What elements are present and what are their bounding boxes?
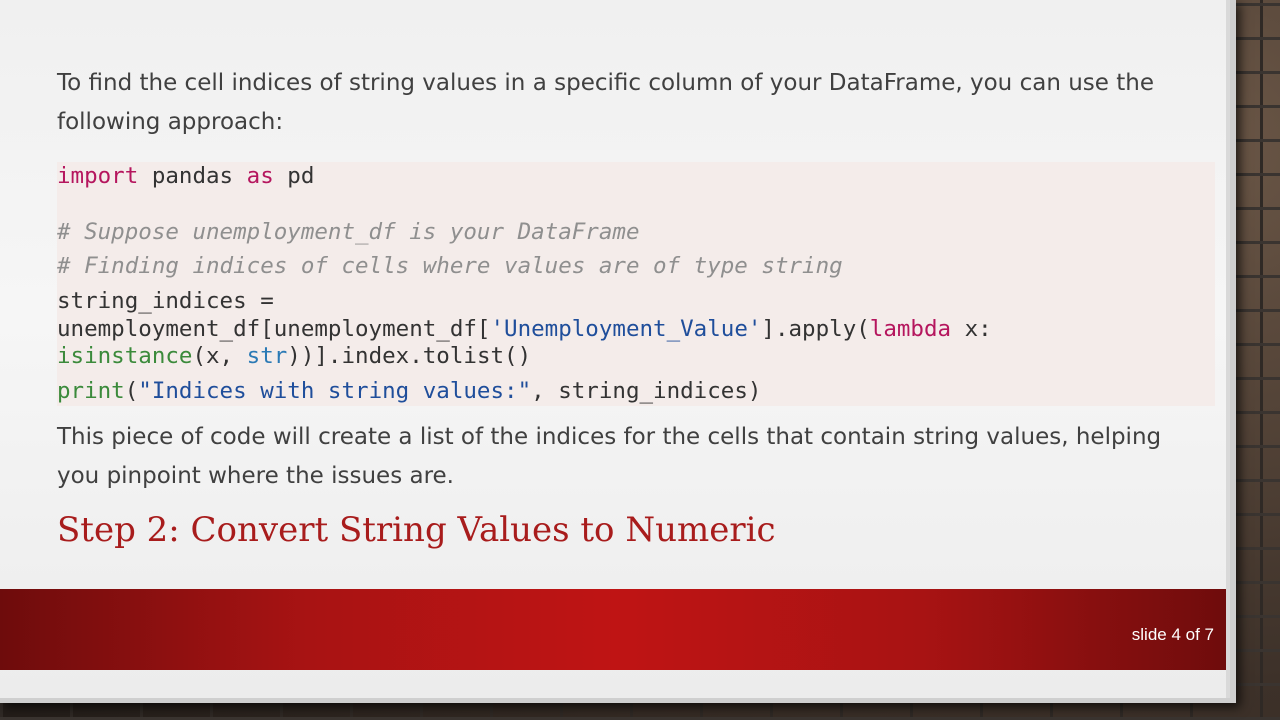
slide-edge	[1226, 0, 1230, 698]
intro-paragraph: To find the cell indices of string value…	[57, 70, 1154, 135]
code-text: , string_indices)	[531, 378, 762, 404]
code-keyword: as	[246, 163, 274, 189]
code-text: (x,	[192, 343, 247, 369]
code-text: (	[124, 378, 139, 404]
code-line-isinstance: isinstance(x, str))].index.tolist()	[57, 343, 531, 370]
footer-bar: slide 4 of 7	[0, 589, 1230, 670]
code-line-filter: unemployment_df[unemployment_df['Unemplo…	[57, 316, 992, 343]
code-line-assignment: string_indices =	[57, 288, 274, 314]
code-string: "Indices with string values:"	[138, 378, 532, 404]
code-line-print: print("Indices with string values:", str…	[57, 378, 761, 405]
slide-number: slide 4 of 7	[1131, 625, 1214, 644]
code-keyword: import	[57, 163, 139, 189]
code-block: import pandas as pd # Suppose unemployme…	[57, 162, 1215, 406]
code-comment-2: # Finding indices of cells where values …	[57, 253, 843, 279]
code-builtin: print	[57, 378, 125, 404]
slide-content-area: To find the cell indices of string value…	[0, 0, 1230, 698]
step-heading: Step 2: Convert String Values to Numeric	[57, 510, 776, 550]
code-text: unemployment_df[unemployment_df[	[57, 316, 491, 342]
code-line-import: import pandas as pd	[57, 163, 314, 190]
code-text: ))].index.tolist()	[287, 343, 532, 369]
code-comment-1: # Suppose unemployment_df is your DataFr…	[57, 219, 640, 245]
code-text: pd	[273, 163, 315, 189]
code-text: x:	[951, 316, 992, 342]
explanation-paragraph: This piece of code will create a list of…	[57, 424, 1162, 489]
code-builtin: isinstance	[57, 343, 193, 369]
code-string: 'Unemployment_Value'	[490, 316, 762, 342]
code-text: pandas	[138, 163, 247, 189]
code-type: str	[246, 343, 288, 369]
presentation-slide: To find the cell indices of string value…	[0, 0, 1230, 698]
code-text: ].apply(	[761, 316, 870, 342]
code-keyword: lambda	[869, 316, 952, 342]
